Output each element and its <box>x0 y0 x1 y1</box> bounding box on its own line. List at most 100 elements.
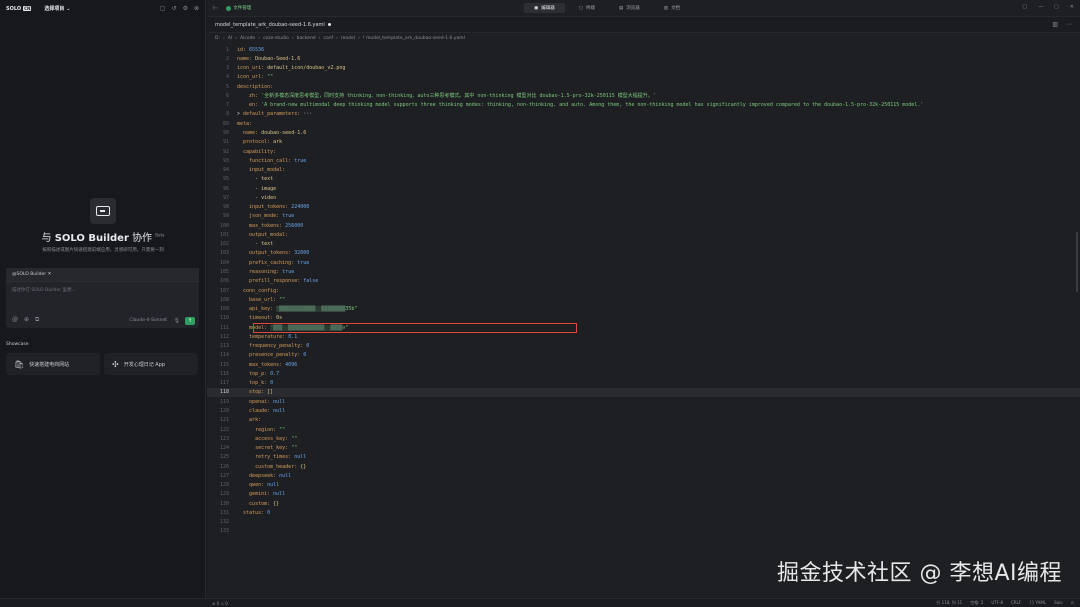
code-line[interactable]: 129 gemini: null <box>207 490 1080 499</box>
code-line[interactable]: 114 presence_penalty: 0 <box>207 351 1080 360</box>
code-line[interactable]: 105 reasoning: true <box>207 267 1080 276</box>
code-line[interactable]: 133 <box>207 527 1080 536</box>
showcase-card[interactable]: 🛍 快速搭建电商网站 <box>6 353 100 375</box>
code-line[interactable]: 4 icon_url: "" <box>207 73 1080 82</box>
split-editor-icon[interactable]: ▥ <box>1052 21 1058 28</box>
status-item[interactable]: CRLF <box>1011 600 1021 606</box>
showcase-card[interactable]: ✣ 开发心理日记 App <box>104 353 198 375</box>
add-context-icon[interactable]: ⊕ <box>24 316 29 324</box>
code-line[interactable]: 7 en: 'A brand-new multimodal deep think… <box>207 101 1080 110</box>
window-icon[interactable]: ▢ <box>160 5 166 12</box>
code-line[interactable]: 101 output_modal: <box>207 230 1080 239</box>
tab-editor[interactable]: ▣ 编辑器 <box>524 3 565 13</box>
maximize-icon[interactable]: ▢ <box>1054 4 1059 10</box>
breadcrumb-item[interactable]: Aicode <box>240 36 255 41</box>
code-line[interactable]: 117 top_k: 0 <box>207 379 1080 388</box>
code-line[interactable]: 89 meta: <box>207 119 1080 128</box>
breadcrumb-item[interactable]: model <box>341 36 355 41</box>
image-icon[interactable]: ⧉ <box>35 316 39 324</box>
code-line[interactable]: 111 model: "███ ████████████ ████v" <box>207 323 1080 332</box>
code-line[interactable]: 1 id: 65536 <box>207 45 1080 54</box>
code-line[interactable]: 115 max_tokens: 4096 <box>207 360 1080 369</box>
tab-terminal[interactable]: ▢ 终端 <box>569 3 605 13</box>
code-line[interactable]: 128 qwen: null <box>207 480 1080 489</box>
code-line[interactable]: 120 claude: null <box>207 406 1080 415</box>
code-line[interactable]: 104 prefix_caching: true <box>207 258 1080 267</box>
status-item[interactable]: Solo <box>1054 600 1063 606</box>
layout-icon[interactable]: ▢ <box>1022 4 1027 10</box>
status-item[interactable]: UTF-8 <box>991 600 1003 606</box>
code-line[interactable]: 122 region: "" <box>207 425 1080 434</box>
code-line[interactable]: 6 zh: '全新多模态深度思考模型，同时支持 thinking、non-thi… <box>207 91 1080 100</box>
file-manager-button[interactable]: 文件管理 <box>226 5 251 11</box>
breadcrumb-item[interactable]: ! model_template_ark_doubao-seed-1.6.yam… <box>363 36 465 41</box>
agent-mention-tag[interactable]: @SOLO Builder ✕ <box>6 268 199 282</box>
code-line[interactable]: 99 json_mode: true <box>207 212 1080 221</box>
code-line[interactable]: 121 ark: <box>207 416 1080 425</box>
sidebar-toggle-icon[interactable]: ⊢ <box>213 5 218 12</box>
model-selector[interactable]: Claude-4-Sonnet <box>129 318 167 323</box>
breadcrumb-item[interactable]: conf <box>323 36 333 41</box>
code-line[interactable]: 93 function_call: true <box>207 156 1080 165</box>
status-item[interactable]: 行 118, 列 11 <box>936 600 962 606</box>
code-line[interactable]: 106 prefill_response: false <box>207 277 1080 286</box>
breadcrumb-item[interactable]: AI <box>228 36 232 41</box>
code-line[interactable]: 94 input_modal: <box>207 165 1080 174</box>
breadcrumb-item[interactable]: coze-studio <box>263 36 289 41</box>
code-line[interactable]: 110 timeout: 0s <box>207 314 1080 323</box>
close-icon[interactable]: ✕ <box>1070 4 1074 10</box>
problems-count[interactable]: ⊗ 0 ⚠ 0 <box>212 601 228 606</box>
code-line[interactable]: 95 - text <box>207 175 1080 184</box>
code-line[interactable]: 107 conn_config: <box>207 286 1080 295</box>
status-item[interactable]: 空格: 2 <box>970 600 983 606</box>
code-line[interactable]: 130 custom: {} <box>207 499 1080 508</box>
code-line[interactable]: 98 input_tokens: 224000 <box>207 203 1080 212</box>
unsaved-dot-icon[interactable] <box>327 23 331 26</box>
code-line[interactable]: 125 retry_times: null <box>207 453 1080 462</box>
chat-input-box[interactable]: @SOLO Builder ✕ 描述你在 SOLO Builder 里想... … <box>6 268 199 328</box>
mention-icon[interactable]: @ <box>12 316 18 324</box>
code-line[interactable]: 97 - video <box>207 193 1080 202</box>
status-item[interactable]: {} YAML <box>1029 600 1046 606</box>
code-line[interactable]: 103 output_tokens: 32000 <box>207 249 1080 258</box>
file-tab[interactable]: model_template_ark_doubao-seed-1.6.yaml <box>215 22 331 28</box>
history-icon[interactable]: ↺ <box>172 5 177 12</box>
code-editor[interactable]: 1 id: 65536 2 name: Doubao-Seed-1.6 3 icon_ur… <box>207 45 1080 536</box>
microphone-icon[interactable]: 🎙 <box>174 318 180 324</box>
project-selector[interactable]: 选择项目 ⌄ <box>44 5 70 12</box>
tab-docs[interactable]: ▥ 文档 <box>654 3 690 13</box>
chat-placeholder[interactable]: 描述你在 SOLO Builder 里想... <box>6 282 199 298</box>
code-line[interactable]: 116 top_p: 0.7 <box>207 369 1080 378</box>
code-line[interactable]: 109 api_key: "████████████ ████████35b" <box>207 304 1080 313</box>
code-line[interactable]: 100 max_tokens: 256000 <box>207 221 1080 230</box>
code-line[interactable]: 124 secret_key: "" <box>207 443 1080 452</box>
code-line[interactable]: 102 - text <box>207 240 1080 249</box>
code-line[interactable]: 108 base_url: "" <box>207 295 1080 304</box>
code-line[interactable]: 91 protocol: ark <box>207 138 1080 147</box>
code-line[interactable]: 132 <box>207 518 1080 527</box>
code-line[interactable]: 112 temperature: 0.1 <box>207 332 1080 341</box>
code-line[interactable]: 92 capability: <box>207 147 1080 156</box>
minimize-icon[interactable]: — <box>1038 4 1043 10</box>
code-line[interactable]: 8 > default_parameters: ··· <box>207 110 1080 119</box>
code-line[interactable]: 90 name: doubao-seed-1.6 <box>207 128 1080 137</box>
close-icon[interactable]: ⊗ <box>194 5 199 12</box>
editor-scrollbar[interactable] <box>1073 62 1080 482</box>
code-line[interactable]: 5 description: <box>207 82 1080 91</box>
code-line[interactable]: 96 - image <box>207 184 1080 193</box>
breadcrumb-item[interactable]: backend <box>297 36 316 41</box>
send-button[interactable]: ↑ <box>185 317 195 325</box>
code-line[interactable]: 127 deepseek: null <box>207 471 1080 480</box>
status-item[interactable]: ⊙ <box>1071 600 1074 606</box>
settings-icon[interactable]: ⚙ <box>183 5 188 12</box>
code-line[interactable]: 123 access_key: "" <box>207 434 1080 443</box>
code-line[interactable]: 126 custom_header: {} <box>207 462 1080 471</box>
code-line[interactable]: 2 name: Doubao-Seed-1.6 <box>207 54 1080 63</box>
code-line[interactable]: 113 frequency_penalty: 0 <box>207 342 1080 351</box>
breadcrumb-item[interactable]: D: <box>215 36 220 41</box>
code-line[interactable]: 3 icon_uri: default_icon/doubao_v2.png <box>207 64 1080 73</box>
code-line[interactable]: 118 stop: [] <box>207 387 1080 398</box>
more-icon[interactable]: ⋯ <box>1066 21 1072 28</box>
code-line[interactable]: 119 openai: null <box>207 397 1080 406</box>
code-line[interactable]: 131 status: 0 <box>207 508 1080 517</box>
